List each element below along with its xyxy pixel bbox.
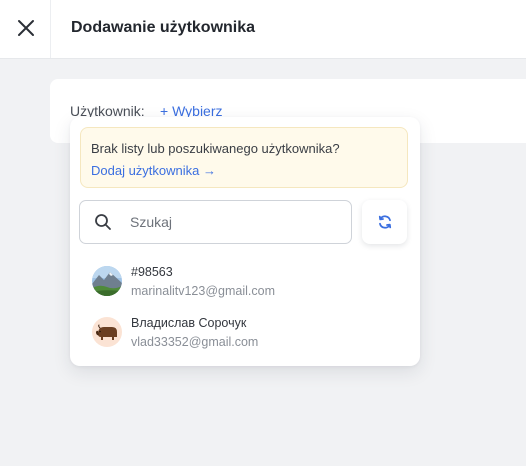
page-title: Dodawanie użytkownika [71, 19, 256, 36]
refresh-icon [378, 215, 391, 229]
landscape-avatar-icon [92, 266, 122, 296]
user-list-item[interactable]: #98563 marinalitv123@gmail.com [80, 265, 408, 311]
search-icon [95, 214, 111, 230]
user-name: Владислав Сорочук [131, 316, 247, 330]
user-email: marinalitv123@gmail.com [131, 284, 275, 298]
user-list-item[interactable]: Владислав Сорочук vlad33352@gmail.com [80, 316, 408, 362]
add-user-link[interactable]: Dodaj użytkownika → [91, 163, 216, 178]
missing-user-notice: Brak listy lub poszukiwanego użytkownika… [80, 127, 408, 188]
user-email: vlad33352@gmail.com [131, 335, 259, 349]
notice-text: Brak listy lub poszukiwanego użytkownika… [91, 141, 340, 156]
avatar [92, 317, 122, 347]
search-input[interactable] [130, 212, 340, 232]
avatar [92, 266, 122, 296]
user-picker-dropdown: Brak listy lub poszukiwanego użytkownika… [70, 117, 420, 366]
header-divider [50, 0, 51, 58]
close-icon [18, 20, 34, 36]
refresh-button[interactable] [362, 200, 407, 244]
user-name: #98563 [131, 265, 173, 279]
bison-avatar-icon [92, 317, 122, 347]
app-header: Dodawanie użytkownika [0, 0, 526, 59]
close-button[interactable] [12, 14, 40, 42]
search-box[interactable] [79, 200, 352, 244]
